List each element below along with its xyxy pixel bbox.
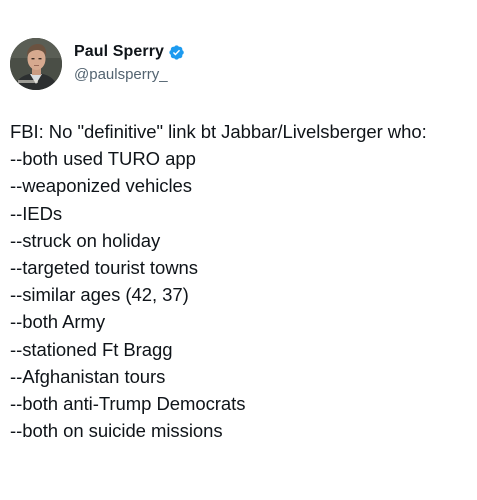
name-row: Paul Sperry	[74, 41, 185, 63]
verified-badge-icon	[168, 44, 185, 61]
tweet-line: --both used TURO app	[10, 148, 196, 170]
author-handle[interactable]: @paulsperry_	[74, 65, 185, 85]
tweet-line: FBI: No "definitive" link bt Jabbar/Live…	[10, 121, 427, 142]
tweet-line: --both anti-Trump Democrats	[10, 393, 246, 415]
tweet-line: --similar ages (42, 37)	[10, 284, 189, 306]
tweet-line: --struck on holiday	[10, 229, 161, 251]
avatar-image	[10, 38, 62, 90]
tweet-header: Paul Sperry @paulsperry_	[10, 38, 185, 90]
tweet-card: Paul Sperry @paulsperry_ FBI: No "defini…	[0, 0, 477, 500]
tweet-line: --both on suicide missions	[10, 420, 223, 442]
tweet-text: FBI: No "definitive" link bt Jabbar/Live…	[10, 118, 475, 444]
tweet-line: --IEDs	[10, 202, 63, 224]
author-info: Paul Sperry @paulsperry_	[74, 41, 185, 85]
tweet-line: --weaponized vehicles	[10, 175, 192, 197]
tweet-line: --stationed Ft Bragg	[10, 338, 173, 360]
author-display-name[interactable]: Paul Sperry	[74, 43, 164, 61]
tweet-line: --both Army	[10, 311, 106, 333]
tweet-line: --Afghanistan tours	[10, 365, 166, 387]
tweet-line: --targeted tourist towns	[10, 257, 198, 279]
avatar[interactable]	[10, 38, 62, 90]
